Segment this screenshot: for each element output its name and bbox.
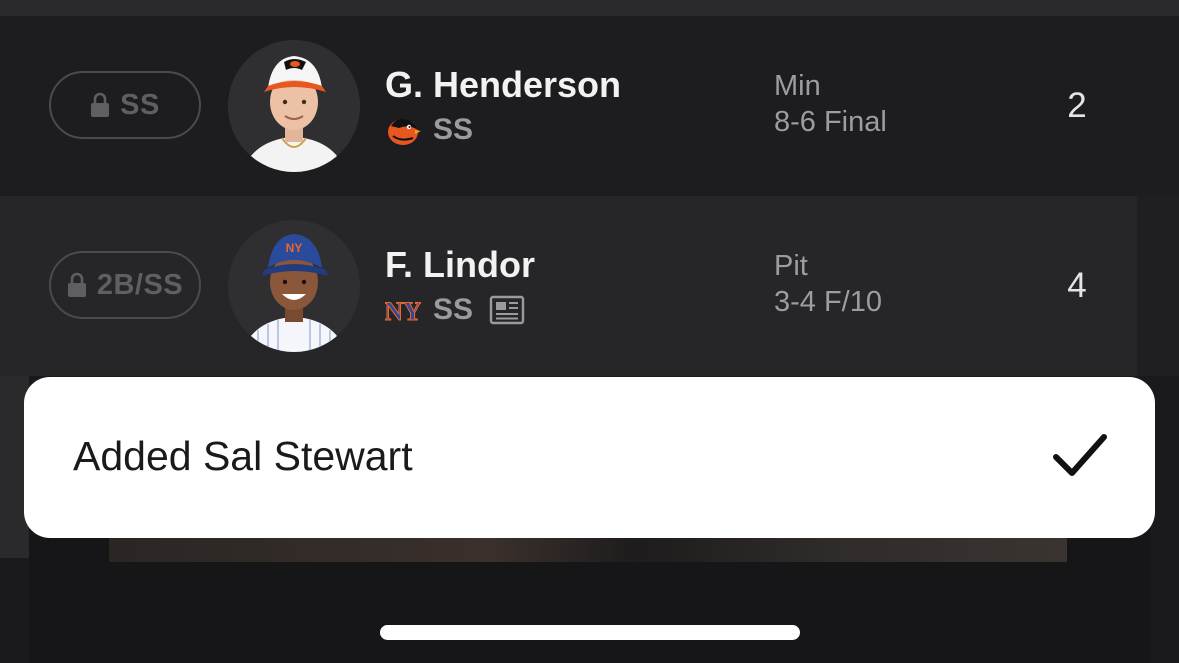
lineup-slot-label: 2B/SS [96,268,184,301]
svg-text:NY: NY [286,241,303,255]
player-row[interactable]: SS G. Henderson SS Min 8-6 Final 2 [0,16,1179,196]
toast-notification[interactable]: Added Sal Stewart [24,377,1155,538]
lock-icon [67,272,86,297]
lineup-slot-pill[interactable]: 2B/SS [49,251,201,319]
player-meta: NY SS [385,290,525,330]
player-position: SS [433,113,474,146]
player-meta: SS [385,110,473,150]
player-name[interactable]: F. Lindor [385,244,535,286]
player-stat: 2 [1067,86,1087,125]
player-row[interactable]: 2B/SS NY F. Lindor NY SS Pit 3-4 F/10 4 [0,196,1179,376]
svg-text:NY: NY [385,297,421,326]
roster-screen: SS G. Henderson SS Min 8-6 Final 2 2B/SS… [0,0,1179,663]
game-result: 8-6 Final [774,106,887,138]
bottom-sheet [29,522,1150,663]
checkmark-icon [1053,434,1107,476]
home-indicator[interactable] [380,625,800,640]
game-opponent: Min [774,70,821,102]
player-name[interactable]: G. Henderson [385,64,621,106]
player-stat: 4 [1067,266,1087,305]
lineup-slot-label: SS [120,88,160,121]
player-avatar[interactable] [228,40,360,172]
game-result: 3-4 F/10 [774,286,882,318]
header-strip [0,0,1179,16]
news-icon[interactable] [489,294,525,326]
player-position: SS [433,293,474,326]
player-headshot [228,40,360,172]
game-opponent: Pit [774,250,808,282]
lock-icon [91,92,110,117]
lineup-slot-pill[interactable]: SS [49,71,201,139]
toast-message: Added Sal Stewart [73,433,413,479]
player-headshot: NY [228,220,360,352]
player-avatar[interactable]: NY [228,220,360,352]
mets-logo-icon: NY [385,297,421,327]
orioles-logo-icon [388,118,421,145]
